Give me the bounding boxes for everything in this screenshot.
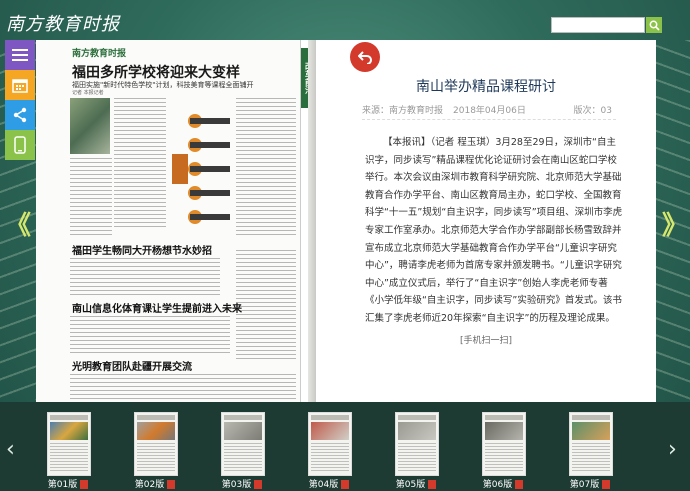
mobile-phone-icon: [14, 136, 26, 154]
sidebar-mobile-button[interactable]: [5, 130, 35, 160]
page-thumbnail[interactable]: [569, 412, 613, 476]
thumbnail-label[interactable]: 第02版: [125, 477, 185, 490]
article-headline[interactable]: 南山信息化体育课让学生提前进入未来: [72, 300, 242, 315]
article-headline[interactable]: 光明教育团队赴疆开展交流: [72, 358, 192, 373]
diagram-core: [172, 154, 188, 184]
thumbs-next-arrow[interactable]: ›: [668, 437, 677, 462]
calendar-icon: [12, 79, 28, 93]
thumb-image: [311, 422, 349, 440]
back-arrow-icon: [358, 51, 372, 64]
thumbnail-label[interactable]: 第07版: [560, 477, 620, 490]
page-thumbnail[interactable]: [134, 412, 178, 476]
article-text-block: [70, 158, 112, 236]
article-text-block: [70, 316, 230, 354]
search-input[interactable]: [551, 17, 645, 33]
newspaper-page-left[interactable]: 南方教育时报 福田多所学校将迎来大变样 福田实施"新时代特色学校"计划，科技美育…: [36, 40, 316, 402]
lead-diagram: [168, 110, 230, 230]
article-issue: 版次：03: [573, 106, 612, 116]
thumb-image: [398, 422, 436, 440]
article-date: 2018年04月06日: [453, 106, 526, 116]
diagram-bar: [190, 166, 230, 172]
back-button[interactable]: [350, 42, 380, 72]
pdf-icon[interactable]: [341, 480, 350, 489]
thumbnail-label[interactable]: 第01版: [38, 477, 98, 490]
scan-mobile-link[interactable]: [手机扫一扫]: [316, 333, 656, 346]
diagram-bar: [190, 118, 230, 124]
article-text-block: [236, 250, 296, 360]
next-page-arrow[interactable]: 》: [662, 205, 688, 242]
page-thumbnail[interactable]: [221, 412, 265, 476]
thumb-text: [137, 443, 175, 473]
article-headline[interactable]: 福田学生畅同大开杨想节水妙招: [72, 242, 212, 257]
pdf-icon[interactable]: [254, 480, 263, 489]
share-icon: [13, 107, 27, 123]
meta-divider: [362, 119, 616, 120]
pdf-icon[interactable]: [515, 480, 524, 489]
article-meta: 来源：南方教育时报 2018年04月06日 版次：03: [362, 103, 612, 116]
lead-headline[interactable]: 福田多所学校将迎来大变样: [72, 62, 240, 82]
site-logo[interactable]: 南方教育时报: [6, 10, 120, 36]
article-text-block: [236, 98, 296, 238]
prev-page-arrow[interactable]: 《: [5, 205, 31, 242]
search-box: [551, 17, 662, 33]
search-button[interactable]: [646, 17, 662, 33]
diagram-bar: [190, 214, 230, 220]
sidebar-menu-button[interactable]: [5, 40, 35, 70]
thumb-text: [224, 443, 262, 473]
thumbnail-label[interactable]: 第04版: [299, 477, 359, 490]
thumb-image: [137, 422, 175, 440]
thumb-header: [50, 415, 88, 420]
pdf-icon[interactable]: [428, 480, 437, 489]
page-thumbnail-bar: ‹ › 第01版 第02版 第03版 第04版 第05版 第06版 第07版: [0, 402, 690, 491]
thumbnail-label[interactable]: 第06版: [473, 477, 533, 490]
diagram-bar: [190, 190, 230, 196]
page-thumbnail[interactable]: [47, 412, 91, 476]
sidebar-toolbar: [5, 40, 35, 160]
article-text-block: [70, 258, 220, 296]
page-masthead: 南方教育时报: [72, 49, 127, 59]
thumb-text: [311, 443, 349, 473]
thumb-text: [50, 443, 88, 473]
lead-photo: [70, 98, 110, 154]
lead-byline: 记者 本报记者: [72, 90, 104, 96]
thumbs-prev-arrow[interactable]: ‹: [6, 437, 15, 462]
article-source: 来源：南方教育时报: [362, 106, 444, 116]
article-title: 南山举办精品课程研讨: [416, 79, 556, 95]
thumb-header: [398, 415, 436, 420]
diagram-bar: [190, 142, 230, 148]
thumb-image: [485, 422, 523, 440]
pdf-icon[interactable]: [602, 480, 611, 489]
thumb-image: [224, 422, 262, 440]
thumb-text: [485, 443, 523, 473]
thumbnail-label[interactable]: 第03版: [212, 477, 272, 490]
page-thumbnail[interactable]: [482, 412, 526, 476]
article-body: 【本报讯】（记者 程玉琪）3月28至29日，深圳市“自主识字，同步读写”精品课程…: [365, 137, 623, 324]
page-thumbnail[interactable]: [308, 412, 352, 476]
thumb-header: [572, 415, 610, 420]
thumb-text: [572, 443, 610, 473]
sidebar-share-button[interactable]: [5, 100, 35, 130]
thumb-header: [485, 415, 523, 420]
article-text-block: [114, 98, 166, 228]
thumb-text: [398, 443, 436, 473]
thumb-header: [224, 415, 262, 420]
article-reader-page: 南山举办精品课程研讨 来源：南方教育时报 2018年04月06日 版次：03 【…: [316, 40, 656, 402]
thumb-header: [137, 415, 175, 420]
page-spine: [308, 40, 316, 402]
thumb-image: [50, 422, 88, 440]
thumbnail-label[interactable]: 第05版: [386, 477, 446, 490]
thumb-header: [311, 415, 349, 420]
thumb-image: [572, 422, 610, 440]
sidebar-calendar-button[interactable]: [5, 70, 35, 100]
search-icon: [649, 20, 660, 31]
article-text-block: [70, 374, 296, 400]
page-thumbnail[interactable]: [395, 412, 439, 476]
pdf-icon[interactable]: [167, 480, 176, 489]
menu-icon: [12, 49, 28, 61]
pdf-icon[interactable]: [80, 480, 89, 489]
